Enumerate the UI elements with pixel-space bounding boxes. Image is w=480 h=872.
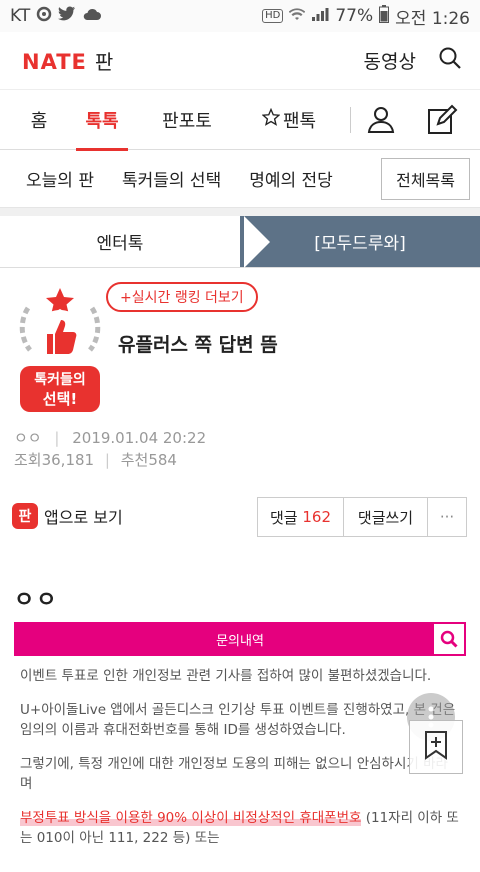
inquiry-para3: 그렇기에, 특정 개인에 대한 개인정보 도용의 피해는 없으니 안심하시기 바… — [20, 756, 448, 792]
clock-label: 오전 1:26 — [395, 8, 470, 29]
wifi-icon — [289, 6, 306, 27]
recommend-count: 추천584 — [120, 451, 177, 469]
search-icon[interactable] — [438, 46, 462, 75]
toktok-choice-badge: 톡커들의 선택! — [12, 282, 108, 416]
badge-line1: 톡커들의 — [34, 371, 86, 388]
category-all-welcome[interactable]: [모두드루와] — [240, 216, 480, 267]
tab-toktok[interactable]: 톡톡 — [76, 90, 128, 151]
inquiry-para2: U+아이돌Live 앱에서 골든디스크 인기상 투표 이벤트를 진행하였고, 본… — [20, 702, 456, 738]
twitter-icon — [58, 6, 76, 26]
tab-fantalk[interactable]: 팬톡 — [258, 90, 320, 150]
inquiry-highlight: 부정투표 방식을 이용한 90% 이상이 비정상적인 휴대폰번호 — [20, 810, 362, 826]
write-comment-button[interactable]: 댓글쓰기 — [344, 498, 428, 536]
open-in-app-label: 앱으로 보기 — [44, 508, 123, 527]
all-list-button[interactable]: 전체목록 — [381, 157, 470, 200]
category-entertain[interactable]: 엔터톡 — [0, 216, 240, 267]
battery-icon — [379, 4, 390, 28]
section-spacer — [0, 208, 480, 216]
realtime-ranking-link[interactable]: +실시간 랭킹 더보기 — [106, 282, 258, 312]
video-link[interactable]: 동영상 — [364, 47, 416, 74]
subnav-toktok-choice[interactable]: 톡커들의 선택 — [122, 166, 221, 191]
logo-suffix: 판 — [94, 50, 114, 74]
bookmark-add-button[interactable] — [409, 720, 463, 774]
carrier-label: KT — [10, 6, 31, 26]
write-icon[interactable] — [426, 104, 458, 140]
more-button[interactable]: ··· — [428, 498, 466, 536]
main-nav: 홈 톡톡 판포토 팬톡 — [0, 90, 480, 151]
comments-count: 162 — [302, 508, 332, 526]
tab-panphoto[interactable]: 판포토 — [160, 90, 214, 150]
battery-label: 77% — [335, 6, 374, 26]
content-heading: ㅇㅇ — [14, 588, 59, 613]
article-meta-line1: ㅇㅇ | 2019.01.04 20:22 — [14, 429, 207, 447]
open-in-app-button[interactable]: 판 앱으로 보기 — [12, 503, 123, 529]
post-date: 2019.01.04 20:22 — [72, 429, 207, 447]
hd-badge: HD — [262, 9, 284, 23]
cloud-icon — [82, 6, 102, 26]
comments-button[interactable]: 댓글 162 — [258, 498, 344, 536]
logo-brand: NATE — [22, 50, 87, 74]
signal-icon — [311, 6, 329, 26]
inquiry-image: 문의내역 이벤트 투표로 인한 개인정보 관련 기사를 접하여 많이 불편하셨겠… — [14, 622, 466, 862]
view-count: 조회36,181 — [14, 451, 95, 469]
inquiry-para1: 이벤트 투표로 인한 개인정보 관련 기사를 접하여 많이 불편하셨겠습니다. — [20, 668, 432, 684]
inquiry-body: 이벤트 투표로 인한 개인정보 관련 기사를 접하여 많이 불편하셨겠습니다. … — [14, 656, 466, 872]
app-header: NATE 판 동영상 — [0, 32, 480, 90]
inquiry-bar-label: 문의내역 — [216, 633, 264, 649]
status-bar: KT HD 77% 오전 1:26 — [0, 0, 480, 32]
nav-divider — [350, 107, 351, 133]
user-icon[interactable] — [366, 104, 396, 138]
subnav-hall-of-fame[interactable]: 명예의 전당 — [249, 166, 333, 191]
bookmark-icon — [423, 730, 449, 764]
inquiry-search-icon — [432, 622, 466, 656]
category-arrow — [244, 216, 270, 268]
app-icon: 판 — [12, 503, 38, 529]
article-actions: 판 앱으로 보기 댓글 162 댓글쓰기 ··· — [0, 497, 480, 541]
category-bar: 엔터톡 [모두드루와] — [0, 216, 480, 268]
inquiry-para4: 부정투표 방식을 이용한 90% 이상이 비정상적인 휴대폰번호 (11자리 이… — [20, 810, 459, 846]
star-icon — [261, 107, 281, 131]
comment-button-group: 댓글 162 댓글쓰기 ··· — [257, 497, 467, 537]
subnav-today[interactable]: 오늘의 판 — [26, 166, 94, 191]
location-icon — [36, 6, 52, 27]
article-title: 유플러스 쪽 답변 뜸 — [118, 334, 278, 356]
author-name[interactable]: ㅇㅇ — [14, 429, 42, 447]
tab-home[interactable]: 홈 — [28, 90, 50, 150]
inquiry-bar: 문의내역 — [14, 622, 466, 656]
nate-logo[interactable]: NATE 판 — [22, 46, 113, 75]
sub-nav: 오늘의 판 톡커들의 선택 명예의 전당 전체목록 — [0, 150, 480, 208]
badge-line2: 선택! — [43, 390, 77, 408]
article-meta-line2: 조회36,181 | 추천584 — [14, 451, 177, 469]
